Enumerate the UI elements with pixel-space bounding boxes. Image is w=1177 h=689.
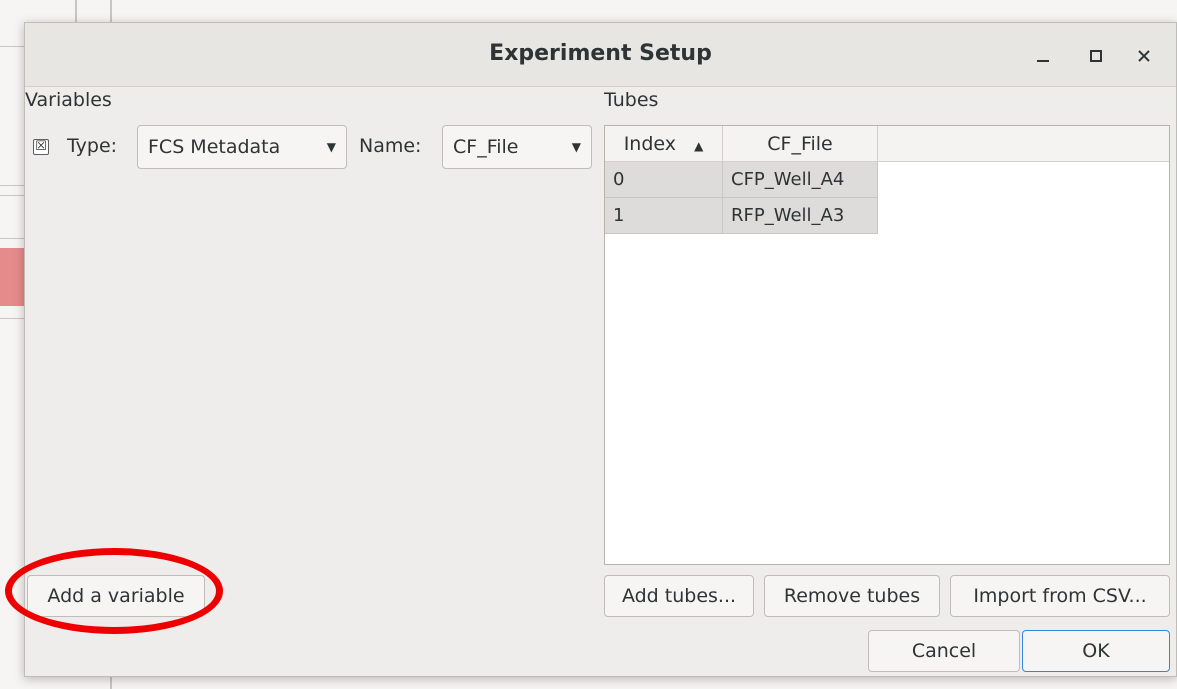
background-divider [110, 677, 112, 689]
type-dropdown-value: FCS Metadata [148, 136, 281, 158]
experiment-setup-dialog: Experiment Setup Variables ☒ Type: FCS M… [24, 22, 1177, 677]
table-cell-index[interactable]: 0 [605, 162, 723, 198]
remove-variable-checkbox[interactable]: ☒ [33, 139, 49, 155]
column-header-index[interactable]: Index ▲ [605, 126, 723, 162]
background-divider [0, 185, 24, 186]
variables-section-label: Variables [25, 89, 112, 111]
tubes-section-label: Tubes [604, 89, 659, 111]
add-variable-button[interactable]: Add a variable [27, 575, 205, 617]
table-cell-index[interactable]: 1 [605, 198, 723, 234]
background-divider [0, 318, 24, 319]
ok-button[interactable]: OK [1022, 630, 1170, 672]
close-icon[interactable] [1129, 41, 1159, 71]
chevron-down-icon: ▼ [571, 140, 581, 154]
background-divider [110, 0, 112, 22]
background-divider [0, 238, 24, 239]
name-label: Name: [359, 135, 422, 157]
background-red-strip [0, 248, 24, 306]
dialog-title: Experiment Setup [489, 41, 712, 66]
import-from-csv-button[interactable]: Import from CSV... [950, 575, 1170, 617]
name-dropdown-value: CF_File [453, 136, 519, 158]
background-divider [0, 46, 24, 47]
cancel-button[interactable]: Cancel [868, 630, 1020, 672]
add-tubes-button[interactable]: Add tubes... [604, 575, 754, 617]
minimize-icon[interactable] [1028, 41, 1058, 71]
column-header-cf-file[interactable]: CF_File [723, 126, 878, 162]
chevron-down-icon: ▼ [326, 140, 336, 154]
type-dropdown[interactable]: FCS Metadata ▼ [137, 125, 347, 169]
table-cell-cf-file[interactable]: RFP_Well_A3 [723, 198, 878, 234]
title-bar[interactable]: Experiment Setup [25, 23, 1176, 87]
tubes-table[interactable]: Index ▲ CF_File 0 CFP_Well_A4 1 RFP_Well… [604, 125, 1170, 565]
sort-ascending-icon: ▲ [694, 139, 704, 153]
background-divider [0, 195, 24, 196]
header-filler [878, 126, 1169, 162]
remove-tubes-button[interactable]: Remove tubes [764, 575, 940, 617]
type-label: Type: [67, 135, 118, 157]
maximize-icon[interactable] [1081, 41, 1111, 71]
table-cell-cf-file[interactable]: CFP_Well_A4 [723, 162, 878, 198]
background-divider [75, 0, 77, 22]
column-header-label: Index [623, 133, 677, 155]
name-dropdown[interactable]: CF_File ▼ [442, 125, 592, 169]
column-header-label: CF_File [767, 133, 833, 155]
